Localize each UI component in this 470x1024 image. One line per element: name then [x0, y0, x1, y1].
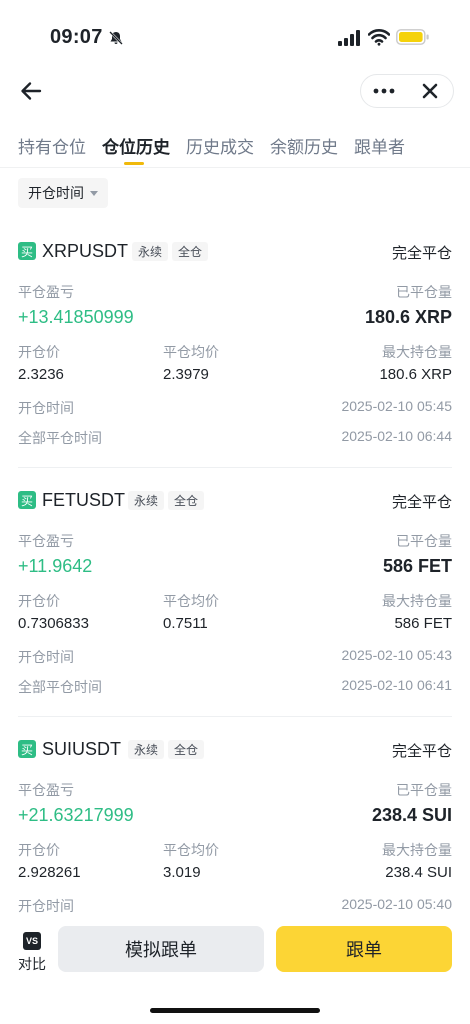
perpetual-tag: 永续: [132, 242, 169, 261]
avg-close-price-label: 平仓均价: [163, 344, 219, 360]
open-time-value: 2025-02-10 05:43: [341, 647, 452, 663]
perpetual-tag: 永续: [128, 740, 165, 759]
position-card[interactable]: 买 SUIUSDT 永续 全仓 完全平仓 平仓盈亏 已平仓量 +21.63217…: [18, 738, 452, 918]
battery-icon: [396, 29, 429, 45]
compare-label: 对比: [18, 956, 46, 972]
tab-open-positions[interactable]: 持有仓位: [18, 133, 86, 158]
tab-position-history[interactable]: 仓位历史: [102, 133, 170, 158]
vs-icon: VS: [23, 932, 41, 950]
avg-close-price-value: 3.019: [163, 864, 201, 881]
avg-close-price-label: 平仓均价: [163, 593, 219, 609]
closed-qty-label: 已平仓量: [396, 782, 452, 798]
pnl-value: +21.63217999: [18, 805, 134, 825]
close-time-value: 2025-02-10 06:44: [341, 428, 452, 444]
buy-badge: 买: [18, 491, 36, 509]
cross-margin-tag: 全仓: [172, 242, 209, 261]
position-card[interactable]: 买 FETUSDT 永续 全仓 完全平仓 平仓盈亏 已平仓量 +11.9642 …: [18, 489, 452, 699]
max-hold-label: 最大持仓量: [382, 842, 452, 858]
symbol: FETUSDT: [42, 490, 125, 510]
position-status: 完全平仓: [391, 245, 452, 262]
closed-qty-label: 已平仓量: [396, 284, 452, 300]
wifi-icon: [368, 29, 390, 46]
position-card[interactable]: 买 XRPUSDT 永续 全仓 完全平仓 平仓盈亏 已平仓量 +13.41850…: [18, 240, 452, 450]
more-dots-icon: [373, 88, 395, 94]
entry-price-value: 2.928261: [18, 864, 81, 881]
bell-muted-icon: [109, 31, 123, 45]
bottom-action-bar: VS 对比 模拟跟单 跟单: [0, 918, 470, 988]
signal-icon: [338, 30, 360, 46]
symbol: XRPUSDT: [42, 241, 129, 261]
avg-close-price-label: 平仓均价: [163, 842, 219, 858]
nav-bar: [0, 72, 470, 110]
close-time-label: 全部平仓时间: [18, 679, 102, 695]
arrow-left-icon: [21, 82, 42, 100]
open-time-label: 开仓时间: [18, 649, 74, 665]
home-indicator: [150, 1008, 320, 1013]
perpetual-tag: 永续: [128, 491, 165, 510]
entry-price-label: 开仓价: [18, 593, 60, 609]
pnl-label: 平仓盈亏: [18, 284, 74, 300]
max-hold-value: 180.6 XRP: [379, 366, 452, 383]
entry-price-label: 开仓价: [18, 344, 60, 360]
position-header: 买 FETUSDT 永续 全仓 完全平仓: [18, 489, 452, 513]
pnl-value: +11.9642: [18, 556, 93, 576]
sort-filter-dropdown[interactable]: 开仓时间: [18, 178, 108, 208]
compare-button[interactable]: VS 对比: [16, 930, 48, 976]
entry-price-value: 0.7306833: [18, 615, 89, 632]
closed-qty-value: 180.6 XRP: [364, 307, 452, 327]
closed-qty-value: 586 FET: [382, 556, 452, 576]
close-time-label: 全部平仓时间: [18, 430, 102, 446]
open-time-value: 2025-02-10 05:45: [341, 398, 452, 414]
avg-close-price-value: 2.3979: [163, 366, 209, 383]
position-status: 完全平仓: [391, 494, 452, 511]
tab-copiers[interactable]: 跟单者: [354, 133, 405, 158]
max-hold-label: 最大持仓量: [382, 344, 452, 360]
symbol: SUIUSDT: [42, 739, 122, 759]
open-time-label: 开仓时间: [18, 898, 74, 914]
cross-margin-tag: 全仓: [168, 740, 205, 759]
max-hold-value: 586 FET: [394, 615, 452, 632]
buy-badge: 买: [18, 242, 36, 260]
open-time-value: 2025-02-10 05:40: [341, 896, 452, 912]
copy-trade-button[interactable]: 跟单: [276, 926, 452, 972]
more-button[interactable]: [361, 75, 407, 107]
back-button[interactable]: [18, 78, 44, 104]
pnl-label: 平仓盈亏: [18, 782, 74, 798]
max-hold-label: 最大持仓量: [382, 593, 452, 609]
buy-badge: 买: [18, 740, 36, 758]
position-header: 买 XRPUSDT 永续 全仓 完全平仓: [18, 240, 452, 264]
pnl-value: +13.41850999: [18, 307, 134, 327]
cross-margin-tag: 全仓: [168, 491, 205, 510]
close-button[interactable]: [407, 75, 453, 107]
status-time: 09:07: [50, 26, 103, 48]
status-bar: 09:07: [0, 0, 470, 72]
divider: [18, 716, 452, 717]
position-status: 完全平仓: [391, 743, 452, 760]
filter-label: 开仓时间: [28, 185, 84, 201]
tab-bar: 持有仓位 仓位历史 历史成交 余额历史 跟单者: [0, 130, 470, 168]
caret-down-icon: [90, 190, 98, 196]
simulate-copy-button[interactable]: 模拟跟单: [58, 926, 264, 972]
entry-price-value: 2.3236: [18, 366, 64, 383]
open-time-label: 开仓时间: [18, 400, 74, 416]
position-header: 买 SUIUSDT 永续 全仓 完全平仓: [18, 738, 452, 762]
entry-price-label: 开仓价: [18, 842, 60, 858]
max-hold-value: 238.4 SUI: [385, 864, 452, 881]
nav-action-pill: [360, 74, 454, 108]
pnl-label: 平仓盈亏: [18, 533, 74, 549]
divider: [18, 467, 452, 468]
closed-qty-label: 已平仓量: [396, 533, 452, 549]
tab-trade-history[interactable]: 历史成交: [186, 133, 254, 158]
avg-close-price-value: 0.7511: [163, 615, 208, 632]
close-icon: [422, 83, 438, 99]
active-tab-indicator: [124, 162, 144, 165]
tab-balance-history[interactable]: 余额历史: [270, 133, 338, 158]
closed-qty-value: 238.4 SUI: [371, 805, 452, 825]
close-time-value: 2025-02-10 06:41: [341, 677, 452, 693]
